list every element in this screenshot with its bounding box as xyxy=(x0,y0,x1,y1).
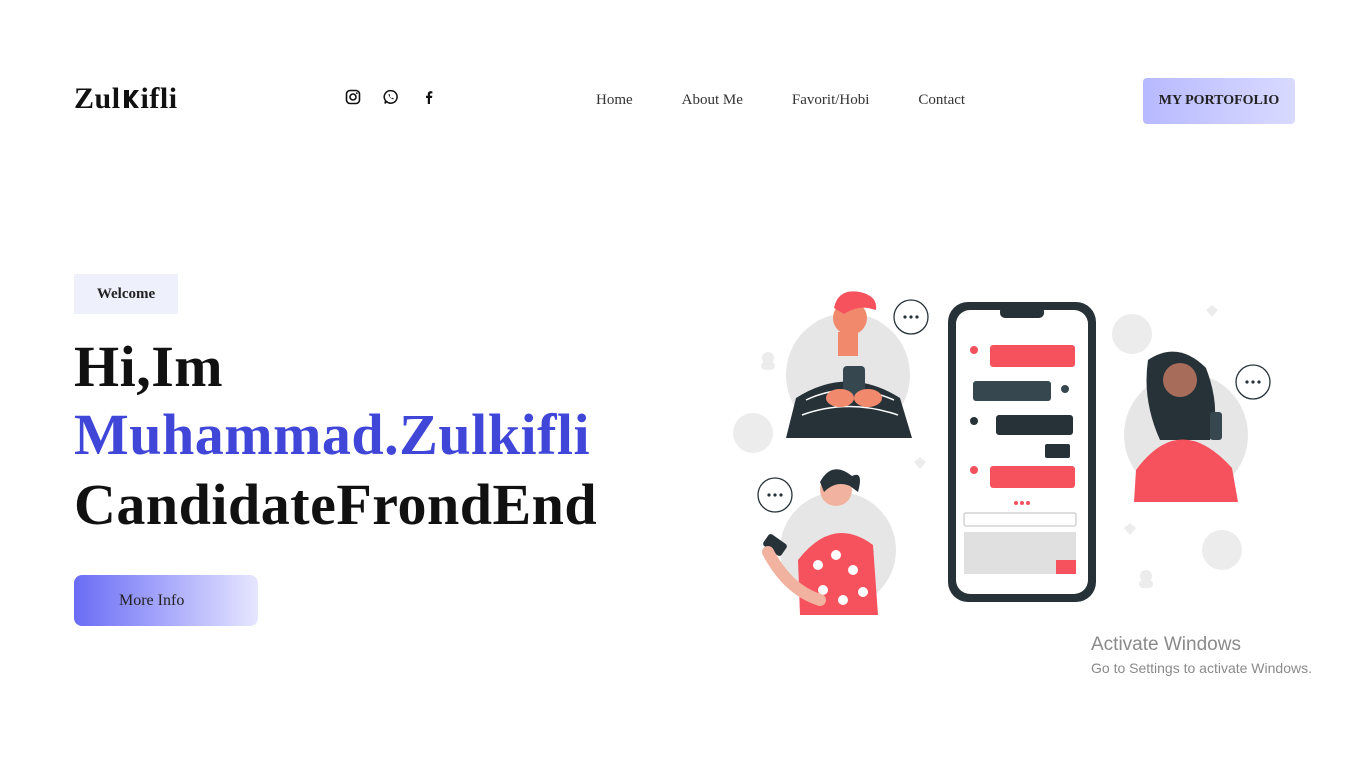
site-logo[interactable]: Zul ifli xyxy=(74,82,178,116)
watermark-title: Activate Windows xyxy=(1091,634,1241,655)
my-portfolio-button[interactable]: MY PORTOFOLIO xyxy=(1143,78,1295,124)
windows-activation-watermark: Activate Windows Go to Settings to activ… xyxy=(1091,634,1312,676)
main-nav: Home About Me Favorit/Hobi Contact xyxy=(596,92,965,109)
nav-contact[interactable]: Contact xyxy=(918,92,965,109)
logo-text-prefix: Zul xyxy=(74,82,121,115)
more-info-button[interactable]: More Info xyxy=(74,575,258,626)
nav-about-me[interactable]: About Me xyxy=(682,92,743,109)
nav-home[interactable]: Home xyxy=(596,92,633,109)
hero-name: Muhammad.Zulkifli xyxy=(74,402,591,467)
man-character xyxy=(786,291,929,438)
phone-mockup xyxy=(948,302,1096,602)
facebook-icon[interactable] xyxy=(421,89,437,105)
whatsapp-icon[interactable] xyxy=(383,89,399,105)
nav-favorit-hobi[interactable]: Favorit/Hobi xyxy=(792,92,870,109)
woman-right-character xyxy=(1124,351,1271,502)
hero-greeting: Hi,Im xyxy=(74,334,224,399)
social-links xyxy=(345,89,437,105)
logo-k-icon xyxy=(123,90,139,108)
instagram-icon[interactable] xyxy=(345,89,361,105)
welcome-badge: Welcome xyxy=(74,274,178,314)
watermark-subtitle: Go to Settings to activate Windows. xyxy=(1091,660,1312,676)
woman-with-phone-character xyxy=(757,469,896,615)
logo-text-suffix: ifli xyxy=(140,82,178,115)
hero-role: CandidateFrondEnd xyxy=(74,472,598,537)
chat-app-illustration xyxy=(733,291,1271,615)
